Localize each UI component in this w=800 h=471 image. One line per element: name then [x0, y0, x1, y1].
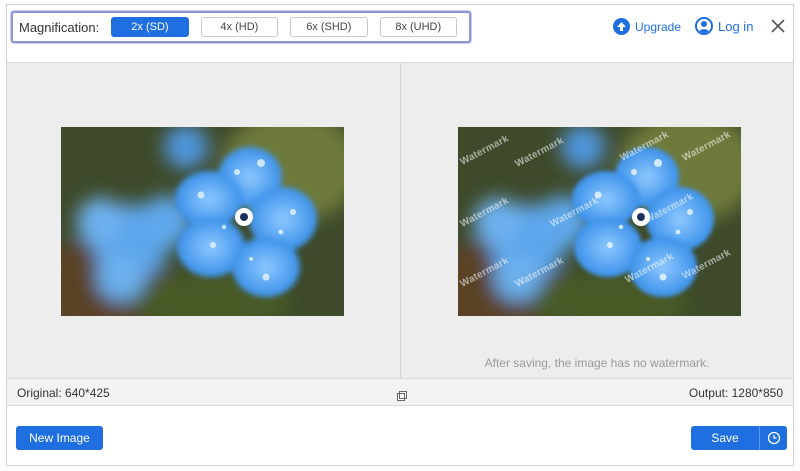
header: Magnification: 2x (SD) 4x (HD) 6x (SHD) …	[7, 5, 793, 63]
info-bar: Original: 640*425 Output: 1280*850	[7, 378, 793, 406]
original-image	[61, 127, 344, 316]
magnification-8x-button[interactable]: 8x (UHD)	[379, 17, 457, 37]
save-button[interactable]: Save	[691, 426, 759, 450]
save-group: Save	[691, 426, 787, 450]
upload-arrow-icon	[613, 18, 630, 35]
magnification-2x-button[interactable]: 2x (SD)	[111, 17, 189, 37]
image-upscaler-window: Magnification: 2x (SD) 4x (HD) 6x (SHD) …	[6, 4, 794, 466]
preview-area: Watermark Watermark Watermark Watermark …	[7, 62, 793, 379]
new-image-button[interactable]: New Image	[16, 426, 103, 450]
output-image: Watermark Watermark Watermark Watermark …	[458, 127, 741, 316]
compare-icon[interactable]	[397, 388, 407, 401]
original-size: Original: 640*425	[17, 386, 110, 400]
upgrade-link[interactable]: Upgrade	[613, 18, 681, 35]
preview-divider	[400, 63, 401, 379]
magnification-selector: Magnification: 2x (SD) 4x (HD) 6x (SHD) …	[11, 11, 471, 43]
clock-icon[interactable]	[759, 426, 787, 450]
close-icon[interactable]	[769, 17, 787, 35]
magnification-6x-button[interactable]: 6x (SHD)	[290, 17, 368, 37]
magnification-label: Magnification:	[19, 19, 100, 35]
login-label: Log in	[718, 18, 754, 34]
login-link[interactable]: Log in	[695, 17, 753, 35]
upgrade-label: Upgrade	[635, 19, 682, 34]
magnification-4x-button[interactable]: 4x (HD)	[200, 17, 279, 37]
output-size: Output: 1280*850	[688, 386, 783, 400]
footer: New Image Save	[7, 406, 793, 465]
watermark-note: After saving, the image has no watermark…	[484, 356, 710, 370]
user-icon	[695, 17, 713, 35]
